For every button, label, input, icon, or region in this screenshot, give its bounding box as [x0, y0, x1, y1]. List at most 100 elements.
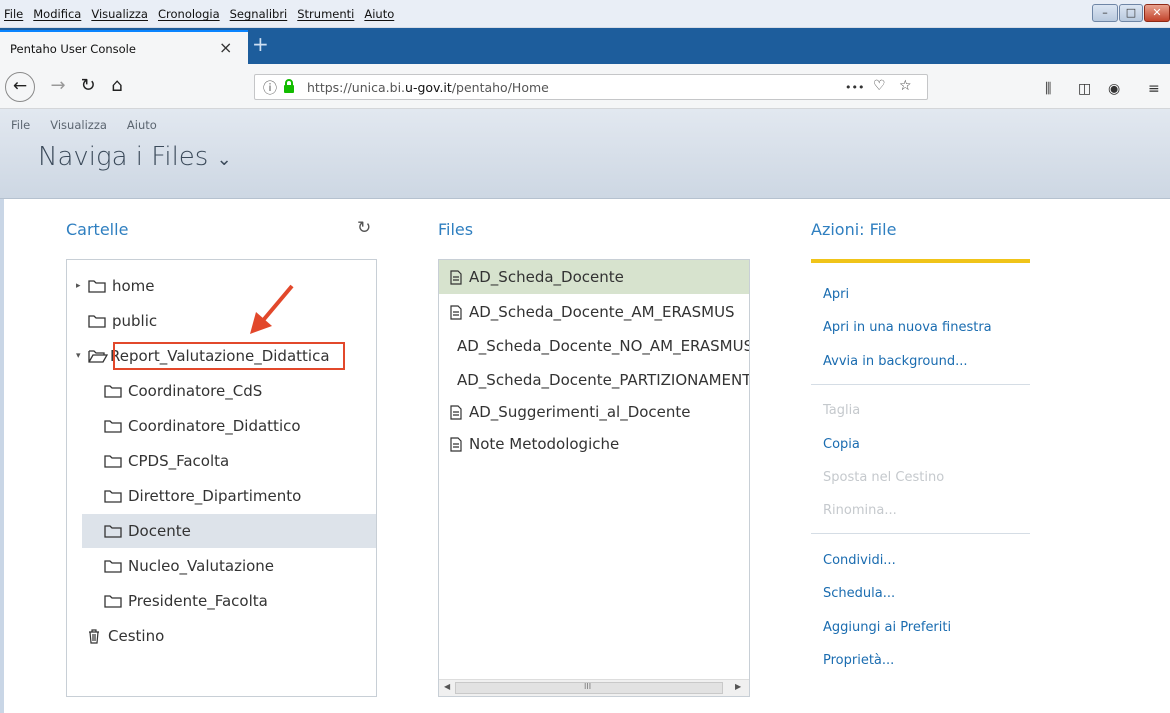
- account-icon[interactable]: ◉: [1108, 81, 1120, 97]
- action-condividi[interactable]: Condividi...: [823, 553, 896, 568]
- action-aggiungi-preferiti[interactable]: Aggiungi ai Preferiti: [823, 620, 951, 635]
- file-item[interactable]: Note Metodologiche: [439, 427, 749, 461]
- scroll-right-icon[interactable]: ▶: [735, 682, 741, 691]
- folder-icon: [104, 560, 122, 573]
- annotation-arrow-icon: [250, 284, 294, 334]
- app-menu-visualizza[interactable]: Visualizza: [50, 118, 107, 132]
- file-item[interactable]: AD_Scheda_Docente_AM_ERASMUS: [439, 295, 749, 329]
- file-label: AD_Scheda_Docente: [469, 268, 624, 286]
- open-folder-icon: [88, 350, 108, 363]
- action-taglia: Taglia: [823, 403, 861, 418]
- action-apri[interactable]: Apri: [823, 287, 849, 302]
- new-tab-icon[interactable]: +: [252, 32, 269, 56]
- perspective-selector[interactable]: Naviga i Files ⌄: [38, 142, 232, 172]
- chevron-down-icon: ⌄: [216, 149, 232, 170]
- app-header: File Visualizza Aiuto Naviga i Files ⌄: [0, 109, 1170, 199]
- app-menu-file[interactable]: File: [11, 118, 30, 132]
- file-label: AD_Suggerimenti_al_Docente: [469, 403, 691, 421]
- folder-icon: [104, 385, 122, 398]
- folder-nucleo-valutazione[interactable]: Nucleo_Valutazione: [104, 549, 274, 583]
- action-copia[interactable]: Copia: [823, 437, 860, 452]
- maximize-button[interactable]: □: [1119, 4, 1143, 22]
- forward-button[interactable]: →: [44, 72, 72, 100]
- action-proprieta[interactable]: Proprietà...: [823, 653, 894, 668]
- navigation-bar: ← → ↻ ⌂ ⓘ https://unica.bi.u-gov.it/pent…: [0, 64, 1170, 109]
- menu-file[interactable]: File: [4, 7, 23, 21]
- file-item[interactable]: AD_Scheda_Docente_NO_AM_ERASMUS: [439, 329, 749, 363]
- left-edge: [0, 199, 4, 713]
- menu-segnalibri[interactable]: Segnalibri: [230, 7, 288, 21]
- menu-visualizza[interactable]: Visualizza: [91, 7, 148, 21]
- reload-button[interactable]: ↻: [74, 72, 102, 100]
- action-sposta-cestino: Sposta nel Cestino: [823, 470, 945, 485]
- tab-strip: Pentaho User Console × +: [0, 28, 1170, 64]
- folder-cpds-facolta[interactable]: CPDS_Facolta: [104, 444, 229, 478]
- minimize-button[interactable]: –: [1092, 4, 1118, 22]
- file-item[interactable]: AD_Suggerimenti_al_Docente: [439, 395, 749, 429]
- document-icon: [450, 269, 462, 285]
- menu-modifica[interactable]: Modifica: [33, 7, 81, 21]
- close-window-button[interactable]: ✕: [1144, 4, 1170, 22]
- folder-icon: [88, 280, 106, 293]
- info-icon[interactable]: ⓘ: [263, 78, 277, 98]
- actions-heading: Azioni: File: [811, 220, 897, 239]
- folder-label: Coordinatore_CdS: [128, 382, 263, 400]
- folder-docente[interactable]: Docente: [82, 514, 376, 548]
- folder-presidente-facolta[interactable]: Presidente_Facolta: [104, 584, 268, 618]
- scroll-thumb[interactable]: III: [455, 682, 723, 694]
- bookmark-star-icon[interactable]: ☆: [899, 78, 912, 94]
- folder-label: Coordinatore_Didattico: [128, 417, 301, 435]
- document-icon: [450, 404, 462, 420]
- folder-coordinatore-didattico[interactable]: Coordinatore_Didattico: [104, 409, 301, 443]
- app-menu-aiuto[interactable]: Aiuto: [127, 118, 157, 132]
- document-icon: [450, 304, 462, 320]
- browser-tab[interactable]: Pentaho User Console ×: [0, 30, 248, 64]
- menu-aiuto[interactable]: Aiuto: [364, 7, 394, 21]
- folder-icon: [88, 315, 106, 328]
- pocket-icon[interactable]: ♡: [873, 78, 886, 94]
- menu-cronologia[interactable]: Cronologia: [158, 7, 220, 21]
- hamburger-menu-icon[interactable]: ≡: [1148, 81, 1160, 97]
- folder-label: Presidente_Facolta: [128, 592, 268, 610]
- folder-direttore-dipartimento[interactable]: Direttore_Dipartimento: [104, 479, 301, 513]
- library-icon[interactable]: ⫼: [1045, 81, 1051, 97]
- file-item[interactable]: AD_Scheda_Docente_PARTIZIONAMENTO: [439, 363, 749, 397]
- tab-title: Pentaho User Console: [10, 42, 136, 56]
- file-item[interactable]: AD_Scheda_Docente: [439, 260, 749, 294]
- actions-accent-bar: [811, 259, 1030, 263]
- file-label: AD_Scheda_Docente_PARTIZIONAMENTO: [457, 371, 749, 389]
- action-apri-nuova-finestra[interactable]: Apri in una nuova finestra: [823, 320, 992, 335]
- separator: [811, 533, 1030, 534]
- action-schedula[interactable]: Schedula...: [823, 586, 895, 601]
- close-tab-icon[interactable]: ×: [219, 38, 232, 57]
- folder-cestino[interactable]: Cestino: [88, 619, 164, 653]
- sidebar-icon[interactable]: ◫: [1078, 81, 1091, 97]
- back-button[interactable]: ←: [5, 72, 35, 102]
- file-label: AD_Scheda_Docente_AM_ERASMUS: [469, 303, 735, 321]
- page-title: Naviga i Files: [38, 142, 209, 172]
- folder-home[interactable]: ▸ home: [76, 269, 155, 303]
- folder-label: CPDS_Facolta: [128, 452, 230, 470]
- refresh-icon[interactable]: ↻: [357, 218, 371, 238]
- folder-label: Cestino: [108, 627, 165, 645]
- menu-strumenti[interactable]: Strumenti: [297, 7, 354, 21]
- lock-icon: [284, 79, 294, 93]
- address-bar[interactable]: ⓘ https://unica.bi.u-gov.it/pentaho/Home…: [254, 74, 928, 100]
- folder-label: Docente: [128, 522, 191, 540]
- home-button[interactable]: ⌂: [103, 72, 131, 100]
- close-icon: ✕: [1152, 6, 1162, 19]
- folder-coordinatore-cds[interactable]: Coordinatore_CdS: [104, 374, 262, 408]
- files-heading: Files: [438, 220, 474, 239]
- folder-public[interactable]: public: [88, 304, 157, 338]
- page-actions-icon[interactable]: •••: [845, 81, 864, 94]
- scroll-left-icon[interactable]: ◀: [444, 682, 450, 691]
- expand-icon[interactable]: ▸: [76, 281, 88, 291]
- action-avvia-background[interactable]: Avvia in background...: [823, 354, 968, 369]
- document-icon: [450, 436, 462, 452]
- action-rinomina: Rinomina...: [823, 503, 897, 518]
- collapse-icon[interactable]: ▾: [76, 351, 88, 361]
- scroll-grip: III: [584, 682, 592, 691]
- folder-label: Nucleo_Valutazione: [128, 557, 275, 575]
- horizontal-scrollbar[interactable]: ◀ III ▶: [439, 679, 749, 696]
- folder-icon: [104, 525, 122, 538]
